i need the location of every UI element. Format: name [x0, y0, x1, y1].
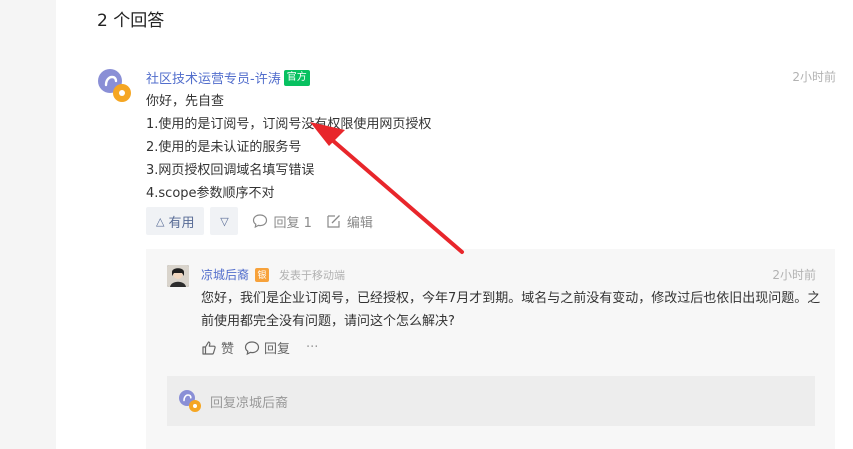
reply-source: 发表于移动端 — [279, 268, 346, 282]
reply-button[interactable]: 回复 1 — [252, 212, 312, 231]
reply-reply-label: 回复 — [264, 342, 291, 357]
edit-button[interactable]: 编辑 — [326, 212, 373, 231]
answer-line: 3.网页授权回调域名填写错误 — [146, 163, 315, 178]
answer-time: 2小时前 — [792, 70, 836, 84]
edit-label: 编辑 — [346, 215, 373, 231]
answer-line: 2.使用的是未认证的服务号 — [146, 140, 302, 155]
useful-label: 有用 — [168, 215, 195, 231]
answer-actions: △ 有用 ▽ 回复 1 编辑 — [146, 207, 373, 235]
more-icon: ··· — [306, 340, 319, 355]
answer-body: 你好，先自查 1.使用的是订阅号，订阅号没有权限使用网页授权 2.使用的是未认证… — [146, 90, 431, 205]
answer-line: 4.scope参数顺序不对 — [146, 186, 275, 201]
thumbs-up-icon — [202, 340, 216, 355]
triangle-up-icon: △ — [156, 214, 165, 228]
level-badge: 银 — [255, 267, 270, 282]
answers-count: 2 个回答 — [97, 11, 165, 31]
reply-body: 您好，我们是企业订阅号，已经授权，今年7月才到期。域名与之前没有变动，修改过后也… — [201, 291, 821, 329]
answer-author-name[interactable]: 社区技术运营专员-许涛 — [146, 68, 281, 87]
reply-author-avatar[interactable] — [167, 265, 189, 287]
reply-author-line: 凉城后裔 银 发表于移动端 — [201, 266, 345, 283]
reply-label: 回复 1 — [273, 215, 312, 231]
reply-time: 2小时前 — [772, 268, 816, 282]
more-button[interactable]: ··· — [306, 340, 318, 355]
current-user-avatar — [179, 390, 201, 412]
like-button[interactable]: 赞 — [201, 338, 234, 357]
answer-author-line: 社区技术运营专员-许涛 官方 — [146, 68, 310, 87]
person-avatar-icon — [167, 265, 189, 287]
reply-actions: 赞 回复 ··· — [201, 338, 328, 357]
comment-icon — [253, 214, 268, 229]
reply-author-name[interactable]: 凉城后裔 — [201, 266, 249, 283]
answer-line: 1.使用的是订阅号，订阅号没有权限使用网页授权 — [146, 117, 432, 132]
useful-button[interactable]: △ 有用 — [146, 207, 205, 235]
edit-icon — [327, 215, 340, 228]
answer-line: 你好，先自查 — [146, 94, 225, 109]
author-avatar[interactable] — [97, 68, 133, 104]
official-badge: 官方 — [283, 69, 310, 86]
not-useful-button[interactable]: ▽ — [210, 207, 239, 235]
like-label: 赞 — [221, 342, 235, 357]
triangle-down-icon: ▽ — [220, 214, 229, 228]
comment-icon — [244, 340, 260, 355]
reply-input-placeholder[interactable]: 回复凉城后裔 — [210, 392, 288, 411]
reply-reply-button[interactable]: 回复 — [244, 338, 290, 357]
